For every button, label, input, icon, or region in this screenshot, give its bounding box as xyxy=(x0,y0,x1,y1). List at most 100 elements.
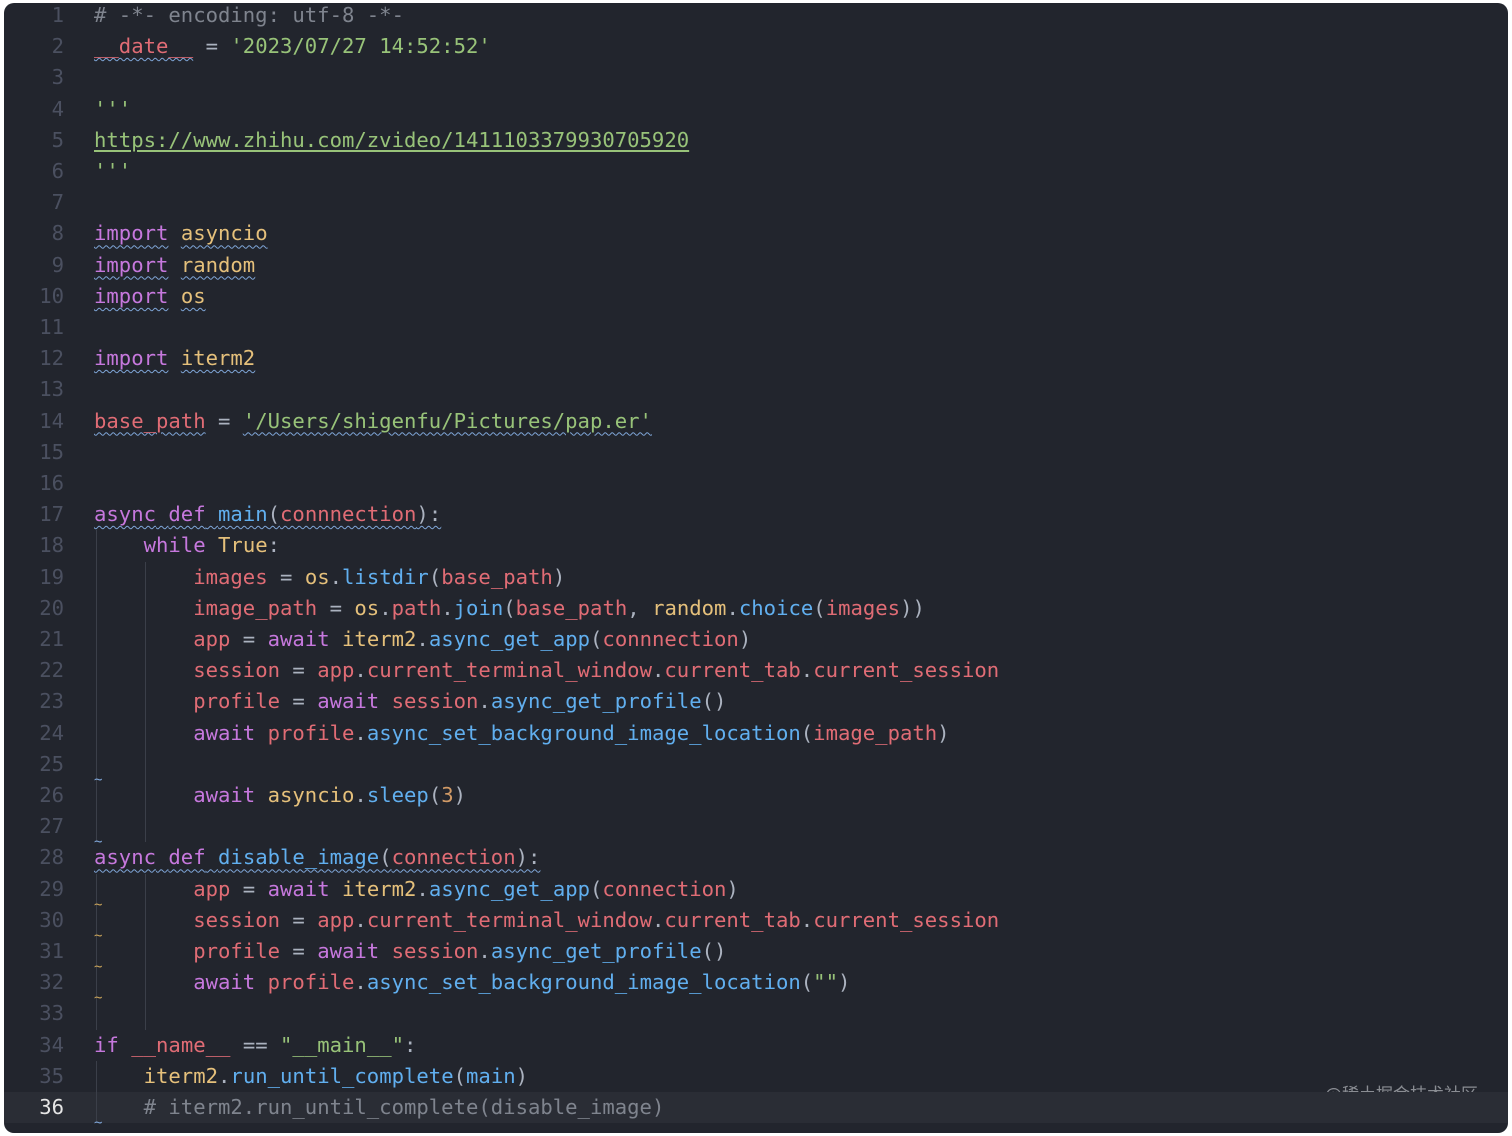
code-line[interactable]: 21 app = await iterm2.async_get_app(conn… xyxy=(4,624,1508,655)
code-line[interactable]: 23 profile = await session.async_get_pro… xyxy=(4,686,1508,717)
code-line[interactable]: 14 base_path = '/Users/shigenfu/Pictures/… xyxy=(4,406,1508,437)
token-variable: current_session xyxy=(813,658,1000,683)
code-line[interactable]: 9 import random xyxy=(4,250,1508,281)
code-line[interactable]: 28 async def disable_image(connection): xyxy=(4,842,1508,873)
code-line[interactable]: 13 xyxy=(4,374,1508,405)
token-function: disable_image xyxy=(218,845,380,870)
line-code: session = app.current_terminal_window.cu… xyxy=(94,655,999,686)
token-variable: app xyxy=(193,876,231,901)
code-line[interactable]: 20 image_path = os.path.join(base_path, … xyxy=(4,593,1508,624)
token-variable: app xyxy=(317,907,355,932)
token-module: True xyxy=(218,533,268,558)
token-variable: base_path xyxy=(515,595,628,620)
code-line[interactable]: 29 app = await iterm2.async_get_app(conn… xyxy=(4,874,1508,905)
code-line[interactable]: 1 # -*- encoding: utf-8 -*- xyxy=(4,3,1508,31)
code-line[interactable]: 12 import iterm2 xyxy=(4,343,1508,374)
token-module: iterm2 xyxy=(342,876,417,901)
token-module: random xyxy=(180,252,256,277)
code-line[interactable]: 34 if __name__ == "__main__": xyxy=(4,1030,1508,1061)
token-plain: : xyxy=(267,533,281,558)
line-number: 3 xyxy=(51,65,64,90)
code-line[interactable]: 22 session = app.current_terminal_window… xyxy=(4,655,1508,686)
line-number: 36 xyxy=(39,1095,64,1119)
lint-marker: ~ xyxy=(94,927,103,944)
token-function: async_get_profile xyxy=(490,939,702,963)
code-line[interactable]: 6 ''' xyxy=(4,156,1508,187)
token-keyword: def xyxy=(168,502,206,527)
token-plain: ( xyxy=(453,1063,467,1088)
line-number: 22 xyxy=(39,658,64,683)
code-line[interactable]: 19 images = os.listdir(base_path) xyxy=(4,562,1508,593)
line-number: 6 xyxy=(51,159,64,183)
token-plain: = xyxy=(230,876,268,901)
code-line[interactable]: 35 iterm2.run_until_complete(main) xyxy=(4,1061,1508,1092)
code-line[interactable]: 11 xyxy=(4,312,1508,343)
token-keyword: import xyxy=(94,283,169,308)
code-line[interactable]: 31 profile = await session.async_get_pro… xyxy=(4,936,1508,967)
code-line[interactable]: 16 xyxy=(4,468,1508,499)
token-variable: app xyxy=(317,658,355,683)
line-number: 30 xyxy=(39,907,64,932)
code-line[interactable]: 25 xyxy=(4,749,1508,780)
line-number: 17 xyxy=(39,502,64,527)
token-plain: () xyxy=(701,939,727,963)
token-variable: connection xyxy=(391,845,516,870)
code-line[interactable]: 32 await profile.async_set_background_im… xyxy=(4,967,1508,998)
line-code: async def main(connnection): xyxy=(94,499,441,530)
token-keyword: def xyxy=(168,845,206,870)
token-variable: profile xyxy=(193,939,280,963)
token-function: main xyxy=(466,1063,516,1088)
code-line[interactable]: 2 __date__ = '2023/07/27 14:52:52' xyxy=(4,31,1508,62)
token-keyword: async xyxy=(94,845,156,870)
token-plain: . xyxy=(329,564,343,589)
code-line[interactable]: 24 await profile.async_set_background_im… xyxy=(4,718,1508,749)
code-line[interactable]: 5 https://www.zhihu.com/zvideo/1411103379… xyxy=(4,125,1508,156)
code-line[interactable]: 8 import asyncio xyxy=(4,218,1508,249)
line-number: 13 xyxy=(39,377,64,402)
token-function: run_until_complete xyxy=(230,1063,454,1088)
token-function: async_get_profile xyxy=(490,689,702,714)
code-line[interactable]: 3 xyxy=(4,62,1508,93)
token-plain: ) xyxy=(837,970,851,995)
token-variable: image_path xyxy=(813,720,938,745)
lint-marker: ~ xyxy=(94,1115,103,1131)
code-line[interactable]: 26 await asyncio.sleep(3) xyxy=(4,780,1508,811)
code-editor[interactable]: @稀土掘金技术社区 1# -*- encoding: utf-8 -*-2__d… xyxy=(4,3,1508,1133)
code-line[interactable]: 17 async def main(connnection): xyxy=(4,499,1508,530)
line-code: ''' xyxy=(94,156,131,187)
token-plain: ( xyxy=(590,627,603,651)
code-line[interactable]: 18 while True: xyxy=(4,530,1508,561)
indent-guide xyxy=(145,873,146,1030)
token-plain: . xyxy=(354,783,367,807)
token-number: 3 xyxy=(441,783,454,807)
token-plain: ) xyxy=(726,876,739,901)
token-module: random xyxy=(652,595,727,620)
token-plain: = xyxy=(193,34,231,59)
code-line[interactable]: 15 xyxy=(4,437,1508,468)
code-line[interactable]: 4 ''' xyxy=(4,94,1508,125)
token-plain: , xyxy=(627,595,653,620)
token-plain: . xyxy=(478,939,491,963)
code-line[interactable]: 27 xyxy=(4,811,1508,842)
line-code: https://www.zhihu.com/zvideo/14111033799… xyxy=(94,125,689,156)
code-line[interactable]: 33 xyxy=(4,998,1508,1029)
line-number: 24 xyxy=(39,720,64,745)
code-line[interactable]: 10 import os xyxy=(4,281,1508,312)
line-code: async def disable_image(connection): xyxy=(94,842,540,873)
token-variable: __name__ xyxy=(131,1032,231,1057)
code-line[interactable]: 7 xyxy=(4,187,1508,218)
code-line[interactable]: 36 # iterm2.run_until_complete(disable_i… xyxy=(4,1092,1508,1124)
token-plain: = xyxy=(280,939,318,963)
token-keyword: await xyxy=(317,939,380,963)
token-keyword: import xyxy=(94,221,169,246)
line-number: 4 xyxy=(51,96,64,121)
code-line[interactable]: 30 session = app.current_terminal_window… xyxy=(4,905,1508,936)
token-string: "__main__" xyxy=(280,1032,405,1057)
token-plain: ) xyxy=(453,783,467,807)
token-keyword: await xyxy=(267,627,330,651)
